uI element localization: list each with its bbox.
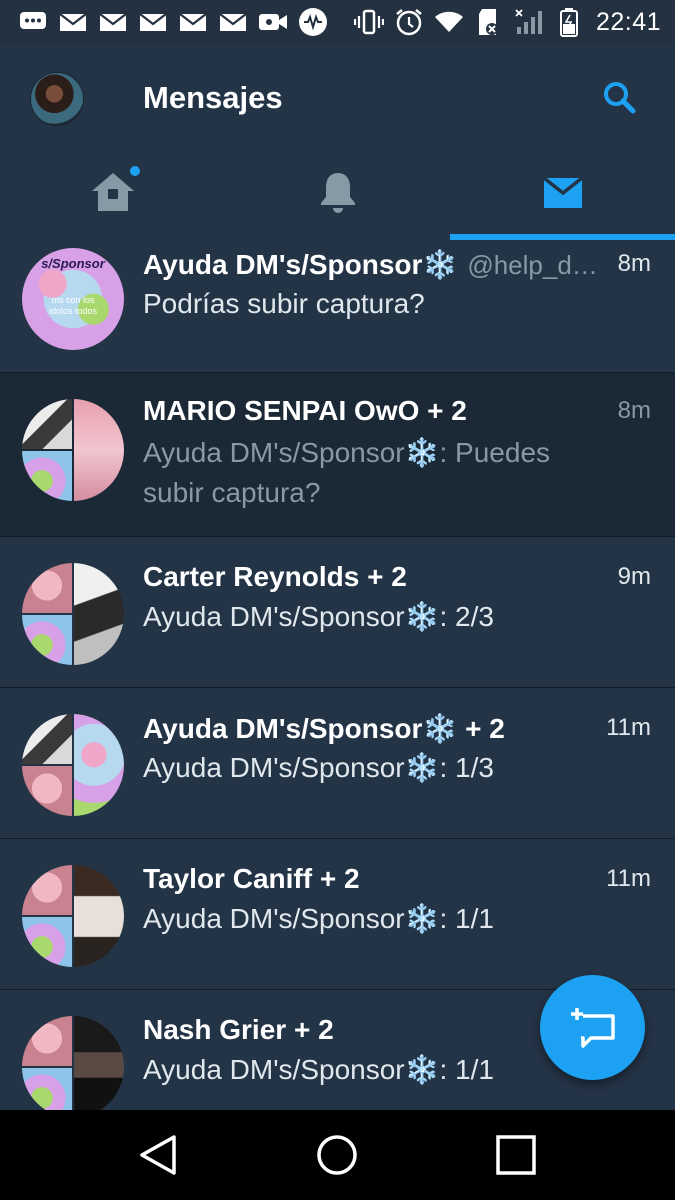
tab-home[interactable] xyxy=(0,144,225,240)
list-item[interactable]: Carter Reynolds + 2 9m Ayuda DM's/Sponso… xyxy=(0,537,675,688)
mail-icon xyxy=(138,7,168,37)
sponsor-logo-icon: s/Sponsor ms con losidolos todos xyxy=(41,256,106,316)
conversation-preview: Ayuda DM's/Sponsor❄️: 1/1 xyxy=(143,1054,494,1085)
signal-icon xyxy=(514,7,544,37)
conversation-name: Ayuda DM's/Sponsor❄️ + 2 xyxy=(143,713,505,744)
sd-card-icon xyxy=(474,7,504,37)
svg-text:ms con los: ms con los xyxy=(51,295,95,305)
list-item[interactable]: Taylor Caniff + 2 11m Ayuda DM's/Sponsor… xyxy=(0,839,675,990)
conversation-time: 11m xyxy=(606,865,651,892)
avatar xyxy=(22,865,124,967)
mail-icon xyxy=(218,7,248,37)
bell-icon xyxy=(320,173,355,213)
svg-text:idolos todos: idolos todos xyxy=(49,306,98,316)
mail-icon xyxy=(98,7,128,37)
conversation-preview: Ayuda DM's/Sponsor❄️: 1/3 xyxy=(143,752,494,783)
tab-messages[interactable] xyxy=(450,144,675,240)
app-header: Mensajes xyxy=(0,44,675,240)
conversation-name: Ayuda DM's/Sponsor❄️ @help_d… xyxy=(143,249,598,280)
list-item[interactable]: Ayuda DM's/Sponsor❄️ + 2 11m Ayuda DM's/… xyxy=(0,688,675,839)
chat-bubble-icon xyxy=(18,7,48,37)
avatar[interactable] xyxy=(30,72,84,126)
conversation-name: MARIO SENPAI OwO + 2 xyxy=(143,395,467,426)
conversation-time: 11m xyxy=(606,714,651,741)
conversation-name: Carter Reynolds + 2 xyxy=(143,561,407,592)
avatar: s/Sponsor ms con los idolos todos xyxy=(22,248,124,350)
home-circle-icon xyxy=(317,1135,357,1175)
list-item[interactable]: MARIO SENPAI OwO + 2 8m Ayuda DM's/Spons… xyxy=(0,373,675,537)
page-title: Mensajes xyxy=(143,80,283,115)
mail-icon xyxy=(178,7,208,37)
back-icon xyxy=(140,1135,176,1175)
notification-dot xyxy=(130,166,140,176)
svg-text:s/Sponsor: s/Sponsor xyxy=(41,256,106,271)
video-icon xyxy=(258,7,288,37)
mail-icon xyxy=(542,176,583,208)
avatar xyxy=(22,1016,124,1110)
search-button[interactable] xyxy=(600,78,640,118)
conversation-preview: Ayuda DM's/Sponsor❄️: Puedes subir captu… xyxy=(143,437,551,508)
tab-bar xyxy=(0,144,675,240)
back-button[interactable] xyxy=(128,1130,188,1180)
conversation-time: 8m xyxy=(617,397,651,424)
home-icon xyxy=(91,173,134,211)
new-message-button[interactable] xyxy=(540,975,645,1080)
mail-icon xyxy=(58,7,88,37)
avatar xyxy=(22,563,124,665)
recents-button[interactable] xyxy=(486,1130,546,1180)
conversation-preview: Ayuda DM's/Sponsor❄️: 2/3 xyxy=(143,601,494,632)
recents-icon xyxy=(496,1135,536,1175)
wifi-icon xyxy=(434,7,464,37)
home-button[interactable] xyxy=(307,1130,367,1180)
alarm-icon xyxy=(394,7,424,37)
conversation-time: 9m xyxy=(617,563,651,590)
status-time: 22:41 xyxy=(595,7,661,36)
battery-icon xyxy=(554,7,584,37)
tab-notifications[interactable] xyxy=(225,144,450,240)
conversation-preview: Ayuda DM's/Sponsor❄️: 1/1 xyxy=(143,903,494,934)
conversation-name: Nash Grier + 2 xyxy=(143,1014,334,1045)
avatar xyxy=(22,714,124,816)
vibrate-icon xyxy=(353,7,384,37)
conversation-handle: @help_d… xyxy=(467,250,598,280)
new-message-icon xyxy=(570,1007,615,1048)
conversation-name: Taylor Caniff + 2 xyxy=(143,863,360,894)
navigation-bar xyxy=(0,1110,675,1200)
conversation-preview: Podrías subir captura? xyxy=(143,288,425,319)
list-item[interactable]: s/Sponsor ms con los idolos todos Ayuda DM… xyxy=(0,240,675,373)
conversation-time: 8m xyxy=(617,250,651,277)
status-bar: 22:41 xyxy=(0,0,675,44)
avatar xyxy=(22,399,124,501)
search-icon xyxy=(604,82,636,114)
music-app-icon xyxy=(298,7,328,37)
